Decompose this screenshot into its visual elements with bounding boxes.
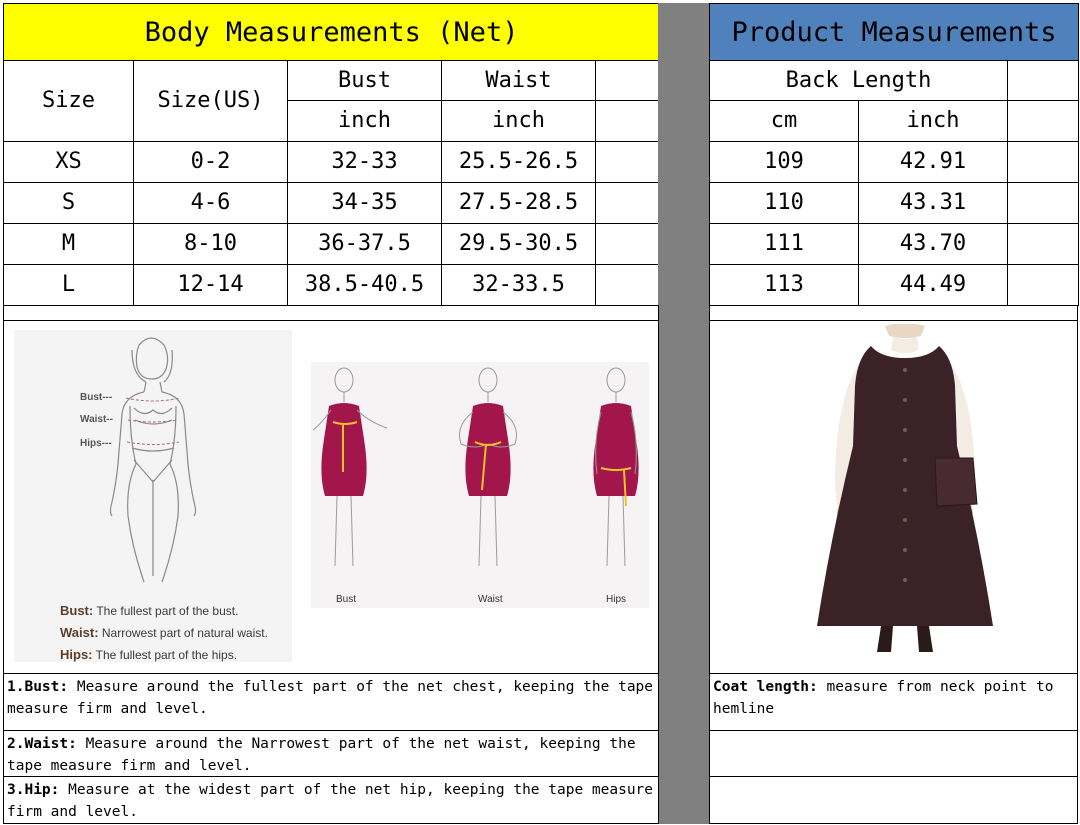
header-bust: Bust	[287, 60, 442, 101]
note-term: 3.Hip:	[7, 782, 60, 798]
inch-cell: 44.49	[858, 264, 1008, 306]
waist-cell: 32-33.5	[441, 264, 596, 306]
dress-figures-drawing	[312, 367, 639, 567]
table-row: L 12-14 38.5-40.5 32-33.5	[3, 264, 661, 306]
body-outline-drawing	[109, 337, 197, 583]
empty-cell	[594, 100, 661, 142]
size-cell: XS	[3, 141, 134, 183]
table-row: 113 44.49	[709, 264, 1079, 306]
pinafore-dress-illustration	[817, 323, 993, 652]
size-us-cell: 0-2	[133, 141, 288, 183]
waist-cell: 25.5-26.5	[441, 141, 596, 183]
legend-waist: Waist: Narrowest part of natural waist.	[60, 625, 268, 640]
cm-cell: 109	[709, 141, 859, 183]
product-photo	[815, 323, 995, 664]
figure-waist-measure	[459, 367, 517, 567]
legend-text: The fullest part of the hips.	[95, 648, 238, 662]
mark-waist: Waist--	[80, 414, 113, 425]
legend-text: Narrowest part of natural waist.	[101, 626, 268, 640]
note-text: Measure at the widest part of the net hi…	[7, 782, 654, 820]
empty-cell	[594, 182, 661, 224]
figure-bust-measure	[312, 367, 388, 567]
note-text: Measure around the fullest part of the n…	[7, 679, 654, 717]
inch-cell: 43.31	[858, 182, 1008, 224]
unit-cm: cm	[709, 100, 859, 142]
header-back-length: Back Length	[709, 60, 1008, 101]
mark-hips: Hips---	[80, 438, 112, 449]
bust-cell: 38.5-40.5	[287, 264, 442, 306]
empty-cell	[1007, 223, 1079, 265]
note-term: 1.Bust:	[7, 679, 69, 695]
table-row: M 8-10 36-37.5 29.5-30.5	[3, 223, 661, 265]
note-coat-length: Coat length: measure from neck point to …	[709, 673, 1078, 731]
product-table-title: Product Measurements	[709, 3, 1079, 61]
empty-cell	[1007, 264, 1079, 306]
cm-cell: 113	[709, 264, 859, 306]
table-row: 111 43.70	[709, 223, 1079, 265]
spacer-row-left	[3, 305, 659, 321]
bust-cell: 34-35	[287, 182, 442, 224]
body-measurements-table: Body Measurements (Net) Size Size(US) Bu…	[2, 3, 661, 306]
column-divider	[658, 3, 709, 824]
bust-cell: 36-37.5	[287, 223, 442, 265]
header-waist: Waist	[441, 60, 596, 101]
table-row: 109 42.91	[709, 141, 1079, 183]
table-row: XS 0-2 32-33 25.5-26.5	[3, 141, 661, 183]
size-us-cell: 12-14	[133, 264, 288, 306]
mark-bust: Bust---	[80, 392, 113, 403]
note-term: 2.Waist:	[7, 736, 77, 752]
caption-hips: Hips	[606, 594, 627, 605]
waist-cell: 27.5-28.5	[441, 182, 596, 224]
unit-bust: inch	[287, 100, 442, 142]
empty-cell	[1007, 141, 1079, 183]
empty-cell	[1007, 100, 1079, 142]
legend-term: Waist:	[60, 625, 99, 640]
size-cell: M	[3, 223, 134, 265]
header-size-us: Size(US)	[133, 60, 288, 142]
legend-term: Hips:	[60, 647, 93, 662]
table-row: 110 43.31	[709, 182, 1079, 224]
inch-cell: 43.70	[858, 223, 1008, 265]
product-measurements-panel: Product Measurements Back Length cm inch…	[709, 3, 1079, 306]
product-measurements-table: Product Measurements Back Length cm inch…	[709, 3, 1079, 306]
spacer-row-right	[709, 305, 1078, 321]
header-size: Size	[3, 60, 134, 142]
empty-cell	[594, 264, 661, 306]
cm-cell: 110	[709, 182, 859, 224]
waist-cell: 29.5-30.5	[441, 223, 596, 265]
legend-text: The fullest part of the bust.	[96, 604, 239, 618]
legend-term: Bust:	[60, 603, 94, 618]
bust-cell: 32-33	[287, 141, 442, 183]
empty-cell	[594, 60, 661, 101]
table-row: S 4-6 34-35 27.5-28.5	[3, 182, 661, 224]
body-diagram-figure: Bust--- Waist-- Hips--- Bust: The fulles…	[14, 330, 292, 662]
cm-cell: 111	[709, 223, 859, 265]
legend-bust: Bust: The fullest part of the bust.	[60, 603, 238, 618]
size-us-cell: 8-10	[133, 223, 288, 265]
note-hip: 3.Hip: Measure at the widest part of the…	[3, 776, 659, 824]
body-table-title: Body Measurements (Net)	[2, 3, 661, 61]
figure-hips-measure	[593, 367, 639, 567]
size-cell: S	[3, 182, 134, 224]
empty-cell	[594, 223, 661, 265]
unit-waist: inch	[441, 100, 596, 142]
inch-cell: 42.91	[858, 141, 1008, 183]
body-measurements-panel: Body Measurements (Net) Size Size(US) Bu…	[2, 3, 661, 306]
empty-note-row	[709, 730, 1078, 777]
unit-inch: inch	[858, 100, 1008, 142]
legend-hips: Hips: The fullest part of the hips.	[60, 647, 237, 662]
empty-cell	[1007, 182, 1079, 224]
note-text: Measure around the Narrowest part of the…	[7, 736, 636, 774]
note-waist: 2.Waist: Measure around the Narrowest pa…	[3, 730, 659, 777]
empty-note-row	[709, 776, 1078, 824]
caption-bust: Bust	[336, 594, 357, 605]
empty-cell	[594, 141, 661, 183]
caption-waist: Waist	[478, 594, 503, 605]
note-term: Coat length:	[713, 679, 818, 695]
empty-cell	[1007, 60, 1079, 101]
measuring-figures: Bust Waist Hips	[311, 362, 649, 608]
size-us-cell: 4-6	[133, 182, 288, 224]
note-bust: 1.Bust: Measure around the fullest part …	[3, 673, 659, 731]
size-cell: L	[3, 264, 134, 306]
